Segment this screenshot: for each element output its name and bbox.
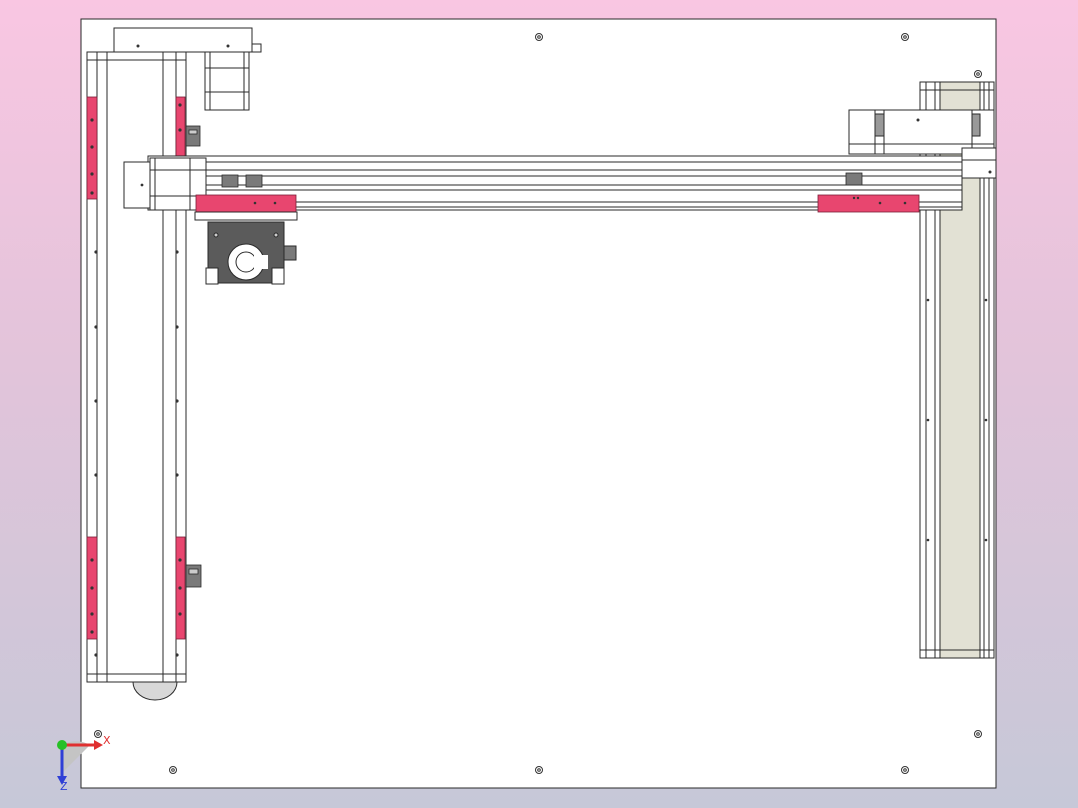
cad-viewport[interactable]: X Z <box>0 0 1078 808</box>
limit-switch-icon <box>845 172 863 186</box>
left-stepper-motor <box>204 51 250 111</box>
limit-switch-icon <box>221 174 239 188</box>
gantry-carriage-left <box>195 194 297 213</box>
cad-drawing[interactable]: X Z <box>0 0 1078 808</box>
tool-head[interactable] <box>194 211 298 285</box>
z-axis-label: Z <box>60 780 68 793</box>
left-limit-switch-bottom-icon <box>185 564 202 588</box>
left-limit-switch-top-icon <box>185 125 201 147</box>
x-axis-label: X <box>103 734 111 747</box>
limit-switch-icon <box>245 174 263 188</box>
gantry-stepper-motor <box>123 161 151 209</box>
